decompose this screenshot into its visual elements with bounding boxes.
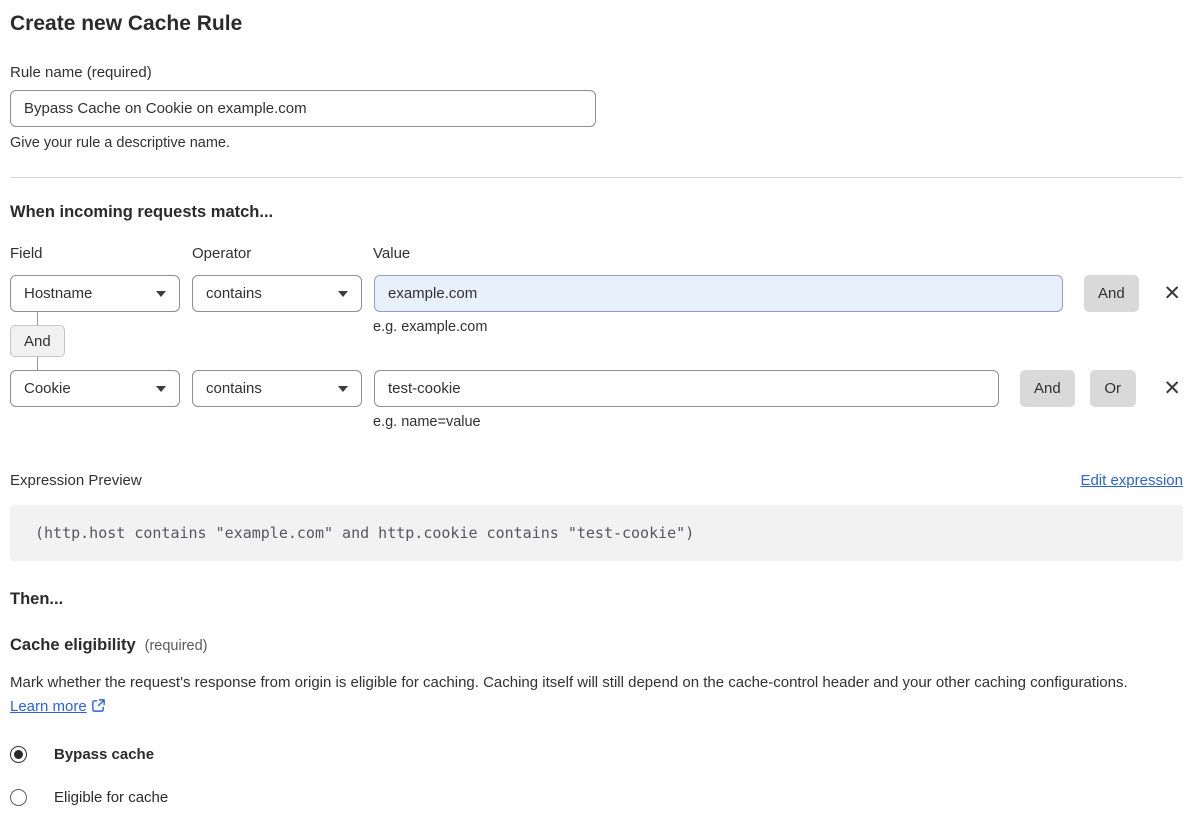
cache-eligibility-description: Mark whether the request's response from…	[10, 671, 1170, 721]
rule-name-input[interactable]	[10, 90, 596, 127]
then-heading: Then...	[10, 590, 64, 608]
value-hint-row2: e.g. name=value	[373, 414, 481, 430]
operator-select-row1-value: contains	[206, 285, 262, 302]
add-and-button-row2[interactable]: And	[1020, 370, 1075, 407]
match-column-labels: Field Operator Value	[10, 245, 1183, 262]
chevron-down-icon	[156, 385, 166, 392]
value-input-row2[interactable]	[374, 370, 999, 407]
create-cache-rule-page: Create new Cache Rule Rule name (require…	[0, 0, 1200, 826]
page-title: Create new Cache Rule	[10, 12, 243, 35]
radio-option-eligible-for-cache[interactable]: Eligible for cache	[10, 789, 1183, 806]
value-hint-row1: e.g. example.com	[373, 319, 488, 335]
match-section-heading: When incoming requests match...	[10, 203, 274, 221]
radio-label-eligible: Eligible for cache	[54, 789, 169, 806]
cache-eligibility-heading-row: Cache eligibility (required)	[10, 636, 1183, 655]
expression-preview-code: (http.host contains "example.com" and ht…	[10, 505, 1183, 561]
edit-expression-link[interactable]: Edit expression	[1080, 472, 1183, 489]
chevron-down-icon	[156, 290, 166, 297]
expression-preview-header: Expression Preview Edit expression	[10, 472, 1183, 489]
rule-name-helper: Give your rule a descriptive name.	[10, 135, 231, 151]
rule-name-label: Rule name (required)	[10, 64, 152, 81]
section-divider	[10, 177, 1183, 178]
value-input-row1[interactable]	[374, 275, 1063, 312]
description-text: Mark whether the request's response from…	[10, 674, 1128, 691]
required-tag: (required)	[144, 638, 208, 654]
radio-option-bypass-cache[interactable]: Bypass cache	[10, 746, 1183, 763]
match-row-2: Cookie contains And Or ✕	[10, 370, 1183, 407]
and-connector-button[interactable]: And	[10, 325, 65, 357]
remove-row2-button close-icon[interactable]: ✕	[1163, 378, 1181, 399]
connector-line-bottom	[37, 357, 38, 370]
expression-preview-label: Expression Preview	[10, 472, 142, 489]
radio-selected-icon[interactable]	[10, 746, 27, 763]
operator-select-row2[interactable]: contains	[192, 370, 362, 407]
chevron-down-icon	[338, 385, 348, 392]
value-column-label: Value	[373, 245, 411, 262]
add-and-button-row1[interactable]: And	[1084, 275, 1139, 312]
row-gap: And e.g. example.com	[10, 312, 1183, 370]
operator-select-row1[interactable]: contains	[192, 275, 362, 312]
add-or-button-row2[interactable]: Or	[1089, 370, 1136, 407]
field-select-row1-value: Hostname	[24, 285, 93, 302]
cache-eligibility-heading: Cache eligibility	[10, 636, 136, 654]
remove-row1-button close-icon[interactable]: ✕	[1163, 283, 1181, 304]
learn-more-link[interactable]: Learn more	[10, 698, 87, 715]
radio-unselected-icon[interactable]	[10, 789, 27, 806]
operator-select-row2-value: contains	[206, 380, 262, 397]
operator-column-label: Operator	[192, 245, 252, 262]
external-link-icon	[91, 697, 106, 721]
field-select-row2-value: Cookie	[24, 380, 71, 397]
field-column-label: Field	[10, 245, 43, 262]
match-row-1: Hostname contains And ✕	[10, 275, 1183, 312]
chevron-down-icon	[338, 290, 348, 297]
and-connector: And	[10, 312, 65, 370]
field-select-row1[interactable]: Hostname	[10, 275, 180, 312]
connector-line-top	[37, 312, 38, 325]
radio-label-bypass: Bypass cache	[54, 746, 155, 763]
field-select-row2[interactable]: Cookie	[10, 370, 180, 407]
